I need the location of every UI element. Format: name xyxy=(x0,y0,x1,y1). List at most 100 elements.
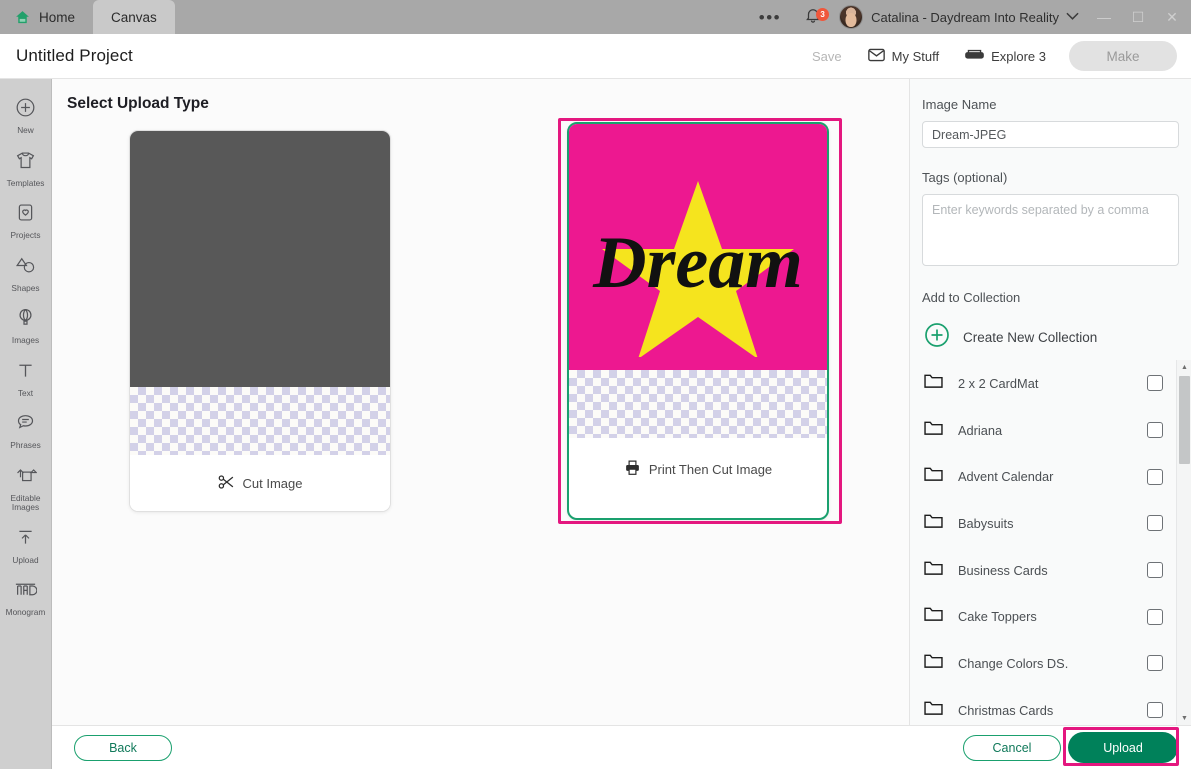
create-new-collection-button[interactable]: Create New Collection xyxy=(924,322,1097,353)
editable-images-icon xyxy=(15,465,38,491)
collection-checkbox[interactable] xyxy=(1147,375,1163,392)
back-label: Back xyxy=(109,741,137,755)
create-new-collection-label: Create New Collection xyxy=(963,330,1098,345)
sidebar-item-images-label: Images xyxy=(11,335,40,346)
cancel-button[interactable]: Cancel xyxy=(963,735,1061,761)
explore-machine-button[interactable]: Explore 3 xyxy=(952,48,1059,64)
ellipsis-icon[interactable]: ••• xyxy=(747,9,793,26)
dream-star-artwork: Dream xyxy=(592,181,803,357)
sidebar-item-new[interactable]: New xyxy=(0,89,52,142)
folder-icon xyxy=(924,606,943,627)
envelope-icon xyxy=(867,48,885,65)
folder-icon xyxy=(924,513,943,534)
back-button[interactable]: Back xyxy=(74,735,172,761)
list-item[interactable]: Advent Calendar xyxy=(910,453,1191,500)
artwork-text: Dream xyxy=(592,222,803,304)
collection-name: Advent Calendar xyxy=(958,469,1054,485)
image-name-label: Image Name xyxy=(922,97,997,112)
list-item[interactable]: Cake Toppers xyxy=(910,593,1191,640)
collection-checkbox[interactable] xyxy=(1147,422,1163,439)
image-name-input[interactable] xyxy=(922,121,1179,148)
plus-circle-icon xyxy=(15,97,36,123)
scrollbar-thumb[interactable] xyxy=(1179,376,1190,464)
collection-checkbox[interactable] xyxy=(1147,468,1163,485)
home-icon xyxy=(14,9,31,26)
printer-icon xyxy=(624,459,641,479)
avatar[interactable] xyxy=(839,5,864,29)
sidebar-item-upload[interactable]: Upload xyxy=(0,519,52,572)
tab-home[interactable]: Home xyxy=(0,0,94,34)
sidebar-item-phrases[interactable]: Phrases xyxy=(0,404,52,457)
collection-list[interactable]: 2 x 2 CardMat Adriana Advent Calendar Ba… xyxy=(910,360,1191,725)
cut-image-label: Cut Image xyxy=(242,475,303,491)
scroll-up-arrow-icon[interactable]: ▲ xyxy=(1177,360,1191,374)
sidebar-item-images[interactable]: Images xyxy=(0,299,52,352)
sidebar-item-shapes-label: Shapes xyxy=(11,282,40,293)
tab-home-label: Home xyxy=(39,9,76,25)
upload-button[interactable]: Upload xyxy=(1068,732,1178,763)
hot-air-balloon-icon xyxy=(15,307,36,333)
explore-label: Explore 3 xyxy=(991,48,1046,64)
sidebar-item-monogram-label: Monogram xyxy=(5,607,46,618)
make-button[interactable]: Make xyxy=(1069,41,1177,71)
speech-bubble-icon xyxy=(15,412,36,438)
bottom-action-bar: Back Cancel Upload xyxy=(52,725,1191,769)
my-stuff-label: My Stuff xyxy=(891,48,940,64)
list-item[interactable]: Christmas Cards xyxy=(910,687,1191,725)
sidebar-item-monogram[interactable]: Monogram xyxy=(0,571,52,624)
page-title: Untitled Project xyxy=(16,46,133,65)
project-actions: Save My Stuff Explore 3 Make xyxy=(799,41,1191,71)
collection-list-scrollbar[interactable]: ▲ ▼ xyxy=(1176,360,1191,725)
sidebar-item-projects[interactable]: Projects xyxy=(0,194,52,247)
upload-type-card-cut-image[interactable]: Cut Image xyxy=(129,130,391,512)
my-stuff-button[interactable]: My Stuff xyxy=(855,48,952,65)
tab-canvas[interactable]: Canvas xyxy=(93,0,175,34)
sidebar-item-templates[interactable]: Templates xyxy=(0,142,52,195)
sidebar-item-text[interactable]: Text xyxy=(0,352,52,405)
left-sidebar: New Templates Projects Shapes Images Tex… xyxy=(0,79,52,769)
list-item[interactable]: Business Cards xyxy=(910,547,1191,594)
collection-checkbox[interactable] xyxy=(1147,608,1163,625)
titlebar-right-controls: ••• 3 Catalina - Daydream Into Reality —… xyxy=(747,0,1191,34)
sidebar-item-editable-images[interactable]: Editable Images xyxy=(0,457,52,519)
sidebar-item-upload-label: Upload xyxy=(12,554,39,565)
folder-icon xyxy=(924,653,943,674)
print-then-cut-transparency-checker xyxy=(569,370,827,438)
save-button[interactable]: Save xyxy=(799,49,855,64)
cut-image-preview-solid xyxy=(130,131,390,387)
tshirt-icon xyxy=(15,150,36,176)
print-then-cut-preview: Dream xyxy=(569,124,827,438)
list-item[interactable]: Adriana xyxy=(910,407,1191,454)
tags-input[interactable] xyxy=(922,194,1179,266)
print-then-cut-label: Print Then Cut Image xyxy=(648,461,773,477)
notification-bell[interactable]: 3 xyxy=(793,6,833,29)
list-item[interactable]: Babysuits xyxy=(910,500,1191,547)
collection-name: Business Cards xyxy=(958,562,1048,578)
list-item[interactable]: 2 x 2 CardMat xyxy=(910,360,1191,407)
collection-checkbox[interactable] xyxy=(1147,655,1163,672)
print-then-cut-artwork: Dream xyxy=(569,124,827,370)
upload-type-card-print-then-cut[interactable]: Dream Print Then Cut Image xyxy=(567,122,829,520)
list-item[interactable]: Change Colors DS. xyxy=(910,640,1191,687)
collection-name: Adriana xyxy=(958,422,1003,438)
collection-checkbox[interactable] xyxy=(1147,702,1163,719)
cancel-label: Cancel xyxy=(992,741,1032,755)
cut-image-preview xyxy=(130,131,390,455)
collection-checkbox[interactable] xyxy=(1147,515,1163,532)
save-label: Save xyxy=(811,48,842,64)
collection-name: Babysuits xyxy=(958,515,1014,531)
account-name[interactable]: Catalina - Daydream Into Reality xyxy=(871,10,1059,25)
window-maximize-button[interactable]: ☐ xyxy=(1121,0,1155,34)
cut-image-transparency-checker xyxy=(130,387,390,455)
collection-name: Christmas Cards xyxy=(958,702,1054,718)
window-minimize-button[interactable]: — xyxy=(1087,0,1121,34)
collection-checkbox[interactable] xyxy=(1147,562,1163,579)
select-upload-type-heading: Select Upload Type xyxy=(67,95,209,112)
clipboard-heart-icon xyxy=(15,202,36,228)
sidebar-item-shapes[interactable]: Shapes xyxy=(0,247,52,300)
sidebar-item-new-label: New xyxy=(17,125,34,135)
window-close-button[interactable]: ✕ xyxy=(1155,0,1189,34)
sidebar-item-projects-label: Projects xyxy=(10,230,41,241)
chevron-down-icon[interactable] xyxy=(1066,8,1079,26)
scroll-down-arrow-icon[interactable]: ▼ xyxy=(1177,711,1191,725)
